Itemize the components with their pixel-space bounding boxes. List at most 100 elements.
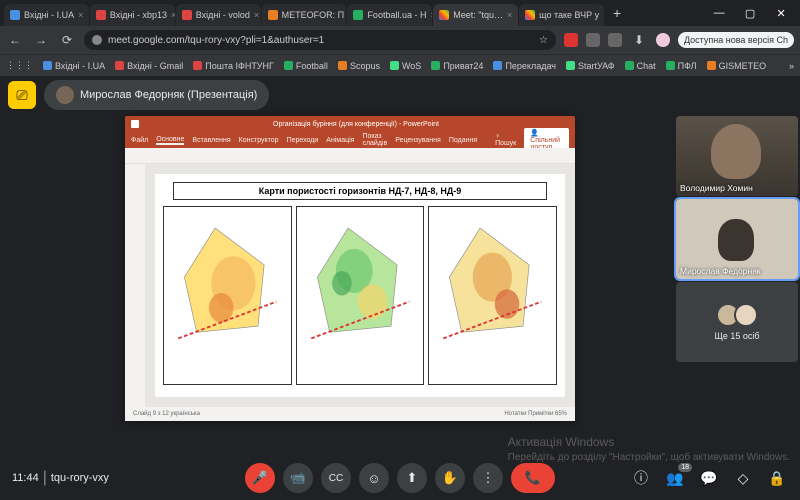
ppt-ribbon-tabs: Файл Основне Вставлення Конструктор Пере… bbox=[125, 132, 575, 148]
raise-hand-button[interactable]: ✋ bbox=[435, 463, 465, 493]
bookmark-item[interactable]: Вхідні - Gmail bbox=[115, 61, 183, 71]
bookmark-item[interactable]: Scopus bbox=[338, 61, 380, 71]
nav-back-icon[interactable]: ← bbox=[6, 31, 24, 49]
more-participants-tile[interactable]: Ще 15 осіб bbox=[676, 282, 798, 362]
captions-button[interactable]: CC bbox=[321, 463, 351, 493]
main-presentation-area: Організація буріння (для конференції) - … bbox=[30, 116, 670, 452]
participant-name: Володимир Хомин bbox=[680, 183, 753, 193]
nav-reload-icon[interactable]: ⟳ bbox=[58, 31, 76, 49]
browser-tab[interactable]: METEOFOR: П× bbox=[262, 4, 347, 26]
tab-close-icon[interactable]: × bbox=[254, 10, 259, 20]
bookmark-item[interactable]: StartУАФ bbox=[566, 61, 615, 71]
browser-tab[interactable]: що таке ВЧР у× bbox=[519, 4, 604, 26]
participant-tile[interactable]: Володимир Хомин bbox=[676, 116, 798, 196]
more-options-button[interactable]: ⋮ bbox=[473, 463, 503, 493]
extension-icon[interactable] bbox=[564, 33, 578, 47]
tab-close-icon[interactable]: × bbox=[171, 10, 175, 20]
presenter-pill[interactable]: Мирослав Федорняк (Презентація) bbox=[44, 80, 269, 110]
people-icon[interactable]: 👥18 bbox=[664, 467, 686, 489]
url-text: meet.google.com/tqu-rory-vxy?pli=1&authu… bbox=[108, 35, 324, 46]
browser-tab-strip: Вхідні - I.UA× Вхідні - xbp13× Вхідні - … bbox=[0, 0, 800, 26]
meeting-info-icon[interactable]: ⓘ bbox=[630, 467, 652, 489]
extension-icon[interactable] bbox=[586, 33, 600, 47]
watermark-title: Активація Windows bbox=[508, 435, 790, 451]
window-maximize[interactable]: ▢ bbox=[735, 0, 765, 26]
browser-tab[interactable]: Вхідні - I.UA× bbox=[4, 4, 89, 26]
bookmark-item[interactable]: Перекладач bbox=[493, 61, 556, 71]
ppt-logo-icon bbox=[131, 120, 139, 128]
tab-close-icon[interactable]: × bbox=[603, 10, 604, 20]
ppt-tab[interactable]: Рецензування bbox=[395, 137, 441, 144]
bookmark-item[interactable]: Вхідні - I.UA bbox=[43, 61, 105, 71]
tab-label: Football.ua - Н bbox=[367, 10, 426, 20]
ppt-title-bar: Організація буріння (для конференції) - … bbox=[125, 116, 575, 132]
meet-control-bar: 11:44 | tqu-rory-vxy 🎤 📹 CC ☺ ⬆ ✋ ⋮ 📞 ⓘ … bbox=[0, 456, 800, 500]
ppt-status-bar: Слайд 9 з 12 українська Нотатки Примітки… bbox=[125, 407, 575, 421]
presentation-chip-icon[interactable]: ⎚ bbox=[8, 81, 36, 109]
meeting-code: tqu-rory-vxy bbox=[51, 472, 109, 484]
presenter-avatar bbox=[56, 86, 74, 104]
bookmark-item[interactable]: Пошта ІФНТУНГ bbox=[193, 61, 274, 71]
camera-button[interactable]: 📹 bbox=[283, 463, 313, 493]
bookmark-item[interactable]: Приват24 bbox=[431, 61, 483, 71]
activities-icon[interactable]: ◇ bbox=[732, 467, 754, 489]
ppt-tab[interactable]: Анімація bbox=[326, 137, 354, 144]
profile-avatar[interactable] bbox=[656, 33, 670, 47]
tab-label: METEOFOR: П bbox=[282, 10, 344, 20]
ppt-tab[interactable]: Переходи bbox=[287, 137, 319, 144]
bookmark-item[interactable]: WoS bbox=[390, 61, 421, 71]
window-minimize[interactable]: — bbox=[704, 0, 734, 26]
url-field[interactable]: meet.google.com/tqu-rory-vxy?pli=1&authu… bbox=[84, 30, 556, 50]
bookmark-item[interactable]: ПФЛ bbox=[666, 61, 697, 71]
bookmark-item[interactable]: GISMETEO bbox=[707, 61, 767, 71]
tab-label: Meet: "tqu… bbox=[453, 10, 503, 20]
end-call-button[interactable]: 📞 bbox=[511, 463, 555, 493]
map-panel-nd8 bbox=[296, 206, 425, 385]
bookmark-item[interactable]: Football bbox=[284, 61, 328, 71]
apps-icon[interactable]: ⋮⋮⋮ bbox=[6, 60, 33, 71]
separator-icon: | bbox=[43, 469, 47, 487]
present-button[interactable]: ⬆ bbox=[397, 463, 427, 493]
tab-close-icon[interactable]: × bbox=[430, 10, 432, 20]
host-controls-icon[interactable]: 🔒 bbox=[766, 467, 788, 489]
bookmark-overflow-icon[interactable]: » bbox=[789, 61, 794, 71]
slide-title: Карти пористості горизонтів НД-7, НД-8, … bbox=[173, 182, 547, 200]
meeting-clock: 11:44 bbox=[12, 472, 39, 484]
presenter-label: Мирослав Федорняк (Презентація) bbox=[80, 89, 257, 101]
ppt-tab[interactable]: Показ слайдів bbox=[362, 133, 387, 147]
browser-tab[interactable]: Football.ua - Н × bbox=[347, 4, 432, 26]
ppt-tab[interactable]: Вставлення bbox=[192, 137, 230, 144]
reactions-button[interactable]: ☺ bbox=[359, 463, 389, 493]
new-tab-button[interactable]: + bbox=[605, 5, 629, 21]
mic-button[interactable]: 🎤 bbox=[245, 463, 275, 493]
favicon bbox=[182, 10, 192, 20]
favicon bbox=[96, 10, 106, 20]
ppt-tab[interactable]: Файл bbox=[131, 137, 148, 144]
tab-close-icon[interactable]: × bbox=[507, 10, 512, 20]
browser-tab[interactable]: Вхідні - xbp13× bbox=[90, 4, 175, 26]
ppt-tab[interactable]: Подання bbox=[449, 137, 477, 144]
lock-icon bbox=[92, 35, 102, 45]
ppt-tab[interactable]: Основне bbox=[156, 136, 184, 145]
downloads-icon[interactable]: ⬇ bbox=[630, 31, 648, 49]
browser-tab[interactable]: Вхідні - volod × bbox=[176, 4, 261, 26]
favicon bbox=[525, 10, 535, 20]
ppt-tab[interactable]: Конструктор bbox=[239, 137, 279, 144]
ppt-slide: Карти пористості горизонтів НД-7, НД-8, … bbox=[155, 174, 565, 397]
favicon bbox=[439, 10, 449, 20]
bookmark-item[interactable]: Chat bbox=[625, 61, 656, 71]
tab-label: Вхідні - volod bbox=[196, 10, 250, 20]
nav-forward-icon[interactable]: → bbox=[32, 31, 50, 49]
bookmark-star-icon[interactable]: ☆ bbox=[539, 35, 548, 46]
browser-tab-active[interactable]: Meet: "tqu… × bbox=[433, 4, 518, 26]
favicon bbox=[353, 10, 363, 20]
extension-icon[interactable] bbox=[608, 33, 622, 47]
ppt-thumbnails-pane[interactable] bbox=[125, 164, 145, 407]
favicon bbox=[10, 10, 20, 20]
ppt-search[interactable]: ♀ Пошук bbox=[495, 133, 516, 147]
window-close[interactable]: ✕ bbox=[766, 0, 796, 26]
participant-tile-speaking[interactable]: Мирослав Федорняк bbox=[676, 199, 798, 279]
update-chrome-button[interactable]: Доступна нова версія Ch bbox=[678, 32, 794, 48]
chat-icon[interactable]: 💬 bbox=[698, 467, 720, 489]
tab-close-icon[interactable]: × bbox=[78, 10, 83, 20]
